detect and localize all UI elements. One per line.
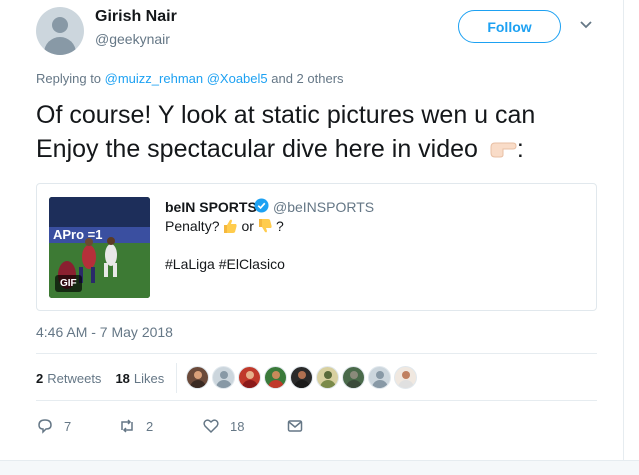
verified-icon (254, 198, 269, 213)
quoted-author-handle[interactable]: @beINSPORTS (273, 199, 374, 215)
quoted-author-name[interactable]: beIN SPORTS (165, 199, 257, 215)
tweet-line-2: Enjoy the spectacular dive here in video (36, 135, 478, 163)
liker-avatar[interactable] (186, 366, 209, 389)
reply-count: 7 (64, 418, 72, 434)
action-bar: 7 2 18 (36, 417, 304, 435)
divider (36, 400, 597, 401)
liker-avatar[interactable] (368, 366, 391, 389)
quoted-text-line: Penalty? or ? (165, 218, 284, 234)
replying-prefix: Replying to (36, 71, 105, 86)
heart-icon (203, 419, 219, 434)
retweet-action[interactable]: 2 (118, 417, 202, 435)
quoted-text-b: or (241, 218, 254, 234)
likes-label: Likes (133, 371, 165, 386)
reply-action[interactable]: 7 (36, 417, 118, 435)
retweets-count: 2 (36, 371, 44, 386)
bottom-band (0, 460, 639, 475)
thumbs-up-emoji (224, 219, 238, 233)
tweet-text: Of course! Y look at static pictures wen… (36, 98, 616, 166)
tweet-line-1: Of course! Y look at static pictures wen… (36, 101, 536, 129)
gif-badge: GIF (55, 275, 82, 292)
pointing-right-emoji (490, 142, 517, 158)
tweet-line-2-end: : (516, 135, 524, 163)
quoted-hashtags[interactable]: #LaLiga #ElClasico (165, 256, 285, 272)
author-handle[interactable]: @geekynair (95, 31, 170, 47)
engagement-stats: 2 Retweets 18 Likes (36, 371, 164, 386)
divider (36, 353, 597, 354)
reply-icon (38, 419, 52, 434)
replying-to: Replying to @muizz_rehman @Xoabel5 and 2… (36, 71, 344, 86)
author-avatar[interactable] (36, 7, 84, 55)
liker-avatar[interactable] (238, 366, 261, 389)
liker-avatar[interactable] (394, 366, 417, 389)
quoted-tweet-card[interactable]: APro =1 GIF beIN SPORTS @beINSPORTS Pena… (36, 183, 597, 311)
mention-link-2[interactable]: @Xoabel5 (207, 71, 268, 86)
container-border (623, 0, 624, 460)
avatar-body-shape (44, 37, 76, 55)
quoted-text-a: Penalty? (165, 218, 220, 234)
like-count: 18 (230, 418, 245, 434)
mention-link-1[interactable]: @muizz_rehman (105, 71, 203, 86)
author-name[interactable]: Girish Nair (95, 8, 177, 26)
liker-avatar[interactable] (290, 366, 313, 389)
thumbs-down-emoji (258, 219, 272, 233)
quoted-text-c: ? (275, 218, 284, 234)
direct-message-icon (287, 420, 303, 432)
direct-message-action[interactable] (286, 417, 304, 435)
replying-suffix: and 2 others (267, 71, 344, 86)
tweet-line-2-wrap: Enjoy the spectacular dive here in video… (36, 132, 616, 166)
tweet-timestamp[interactable]: 4:46 AM - 7 May 2018 (36, 324, 173, 340)
like-action[interactable]: 18 (202, 417, 286, 435)
liker-avatar[interactable] (316, 366, 339, 389)
retweet-count: 2 (146, 418, 154, 434)
liker-avatar[interactable] (264, 366, 287, 389)
ad-board-text: APro =1 (53, 227, 103, 242)
quoted-gif-media[interactable]: APro =1 GIF (49, 197, 150, 298)
retweets-label: Retweets (47, 371, 102, 386)
liker-avatar[interactable] (342, 366, 365, 389)
stats-divider (176, 363, 177, 393)
liker-avatar[interactable] (212, 366, 235, 389)
follow-button[interactable]: Follow (458, 10, 561, 43)
chevron-down-icon[interactable] (579, 20, 593, 30)
retweets-stat[interactable]: 2 Retweets (36, 371, 101, 386)
liker-avatars (186, 366, 420, 389)
retweet-icon (121, 419, 133, 433)
avatar-head-shape (52, 17, 68, 33)
likes-stat[interactable]: 18 Likes (115, 371, 164, 386)
likes-count: 18 (115, 371, 130, 386)
